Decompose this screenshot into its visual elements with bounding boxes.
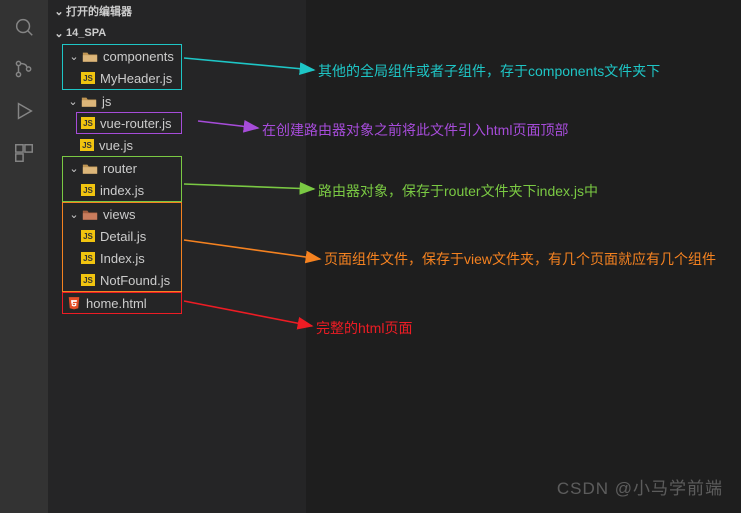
annotation-home: 完整的html页面	[316, 317, 412, 341]
folder-icon	[81, 206, 99, 222]
file-notfound[interactable]: JS NotFound.js	[63, 269, 181, 291]
file-myheader[interactable]: JS MyHeader.js	[63, 67, 181, 89]
run-debug-icon[interactable]	[0, 90, 48, 132]
file-label: NotFound.js	[100, 273, 170, 288]
file-label: MyHeader.js	[100, 71, 172, 86]
source-control-icon[interactable]	[0, 48, 48, 90]
folder-icon	[81, 48, 99, 64]
folder-label: components	[103, 49, 174, 64]
file-label: Index.js	[100, 251, 145, 266]
annotation-views: 页面组件文件，保存于view文件夹，有几个页面就应有几个组件	[324, 248, 716, 272]
extensions-icon[interactable]	[0, 132, 48, 174]
folder-label: router	[103, 161, 137, 176]
group-router: ⌄ router JS index.js	[62, 156, 182, 202]
folder-router[interactable]: ⌄ router	[63, 157, 181, 179]
annotation-components: 其他的全局组件或者子组件，存于components文件夹下	[318, 60, 660, 84]
explorer-sidebar: ⌄ 打开的编辑器 ⌄ 14_SPA ⌄ components JS MyHead…	[48, 0, 306, 513]
annotation-vue-router: 在创建路由器对象之前将此文件引入html页面顶部	[262, 119, 568, 143]
chevron-down-icon: ⌄	[67, 162, 81, 175]
js-icon: JS	[81, 230, 95, 242]
folder-components[interactable]: ⌄ components	[63, 45, 181, 67]
file-label: vue-router.js	[100, 116, 172, 131]
chevron-down-icon: ⌄	[67, 50, 81, 63]
open-editors-section[interactable]: ⌄ 打开的编辑器	[48, 0, 306, 22]
js-icon: JS	[81, 117, 95, 129]
folder-label: views	[103, 207, 136, 222]
project-name-label: 14_SPA	[66, 27, 106, 39]
chevron-down-icon: ⌄	[67, 208, 81, 221]
file-label: vue.js	[99, 138, 133, 153]
folder-views[interactable]: ⌄ views	[63, 203, 181, 225]
project-section[interactable]: ⌄ 14_SPA	[48, 22, 306, 44]
file-label: home.html	[86, 296, 147, 311]
file-index-view[interactable]: JS Index.js	[63, 247, 181, 269]
folder-label: js	[102, 94, 111, 109]
group-components: ⌄ components JS MyHeader.js	[62, 44, 182, 90]
chevron-down-icon: ⌄	[52, 5, 66, 18]
js-icon: JS	[81, 252, 95, 264]
js-icon: JS	[81, 274, 95, 286]
file-detail[interactable]: JS Detail.js	[63, 225, 181, 247]
chevron-down-icon: ⌄	[66, 95, 80, 108]
search-icon[interactable]	[0, 6, 48, 48]
annotation-router: 路由器对象，保存于router文件夹下index.js中	[318, 180, 598, 204]
chevron-down-icon: ⌄	[52, 27, 66, 40]
file-home-html[interactable]: home.html	[62, 292, 182, 314]
group-views: ⌄ views JS Detail.js JS Index.js JS NotF…	[62, 202, 182, 292]
html-icon	[67, 296, 81, 310]
js-icon: JS	[80, 139, 94, 151]
folder-icon	[81, 160, 99, 176]
file-label: index.js	[100, 183, 144, 198]
file-label: Detail.js	[100, 229, 146, 244]
file-index[interactable]: JS index.js	[63, 179, 181, 201]
file-vue-router[interactable]: JS vue-router.js	[76, 112, 182, 134]
open-editors-label: 打开的编辑器	[66, 3, 132, 19]
activity-bar	[0, 0, 48, 513]
watermark: CSDN @小马学前端	[557, 474, 723, 499]
js-icon: JS	[81, 72, 95, 84]
folder-icon	[80, 93, 98, 109]
js-icon: JS	[81, 184, 95, 196]
folder-js[interactable]: ⌄ js	[62, 90, 306, 112]
